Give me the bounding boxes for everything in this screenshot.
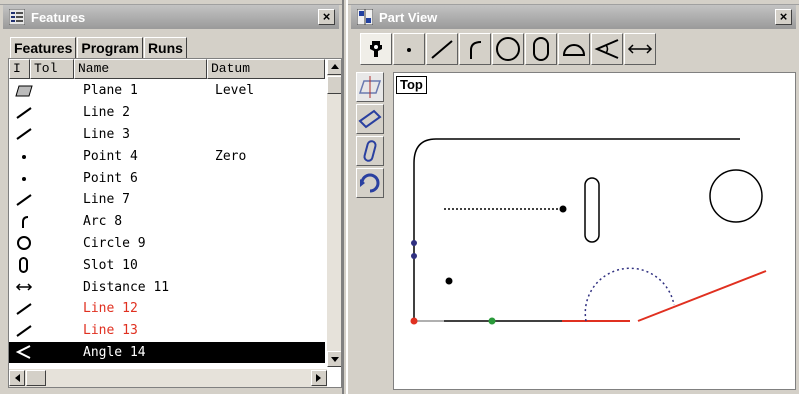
scroll-right-button[interactable] [311, 370, 327, 386]
slot-10 [584, 177, 600, 243]
scroll-down-button[interactable] [327, 351, 341, 367]
view-tools [356, 72, 384, 200]
scroll-thumb[interactable] [327, 76, 341, 94]
circle-9 [709, 169, 763, 223]
plane-icon [9, 80, 39, 101]
table-row[interactable]: Line 7 [9, 189, 325, 211]
table-row[interactable]: Line 3 [9, 124, 325, 146]
tab-program[interactable]: Program [77, 37, 143, 59]
part-view-canvas[interactable]: Top [393, 72, 796, 390]
column-header-name[interactable]: Name [74, 59, 207, 79]
features-list: I Tol Name Datum Plane 1 Level Line 2 Li… [8, 58, 342, 388]
rotate-view-icon[interactable] [356, 136, 384, 166]
angle-icon[interactable] [591, 33, 623, 65]
point-blue-1 [411, 240, 417, 246]
horizontal-scroll-thumb[interactable] [26, 370, 46, 386]
feature-name: Arc 8 [83, 214, 123, 230]
point-icon [9, 146, 39, 167]
part-view-title-bar[interactable]: Part View × [351, 5, 796, 29]
table-row[interactable]: Circle 9 [9, 233, 325, 255]
table-row[interactable]: Plane 1 Level [9, 80, 325, 102]
arc-icon [9, 211, 39, 232]
feature-name: Point 6 [83, 170, 138, 186]
slot-icon [9, 255, 39, 276]
feature-name: Point 4 [83, 148, 138, 164]
features-window: Features × Features Program Runs I Tol N… [0, 0, 344, 394]
feature-name: Line 2 [83, 105, 130, 121]
refresh-view-icon[interactable] [356, 168, 384, 198]
list-header: I Tol Name Datum [9, 59, 325, 79]
line-icon [9, 124, 39, 145]
point-red [410, 317, 418, 325]
part-drawing [410, 138, 767, 325]
circle-icon [9, 233, 39, 254]
features-close-button[interactable]: × [318, 9, 335, 25]
scroll-up-button[interactable] [327, 59, 341, 75]
table-row[interactable]: Line 2 [9, 102, 325, 124]
line-2-arc-8 [413, 138, 740, 193]
feature-name: Line 3 [83, 126, 130, 142]
circle-icon[interactable] [492, 33, 524, 65]
angle-icon [9, 342, 39, 363]
table-row[interactable]: Distance 11 [9, 276, 325, 298]
part-view-close-button[interactable]: × [775, 9, 792, 25]
feature-name: Plane 1 [83, 83, 138, 99]
distance-icon [9, 277, 39, 298]
features-tabs: Features Program Runs [10, 37, 188, 59]
table-row[interactable]: Point 4 Zero [9, 145, 325, 167]
table-row[interactable]: Arc 8 [9, 211, 325, 233]
distance-icon[interactable] [624, 33, 656, 65]
slot-icon[interactable] [525, 33, 557, 65]
line-icon [9, 102, 39, 123]
feature-rows: Plane 1 Level Line 2 Line 3 Point 4 Zero… [9, 80, 325, 364]
line-icon[interactable] [426, 33, 458, 65]
feature-name: Line 13 [83, 323, 138, 339]
point-icon [9, 168, 39, 189]
table-row[interactable]: Line 12 [9, 298, 325, 320]
plane-view-icon[interactable] [356, 72, 384, 102]
horizontal-scrollbar[interactable] [9, 369, 327, 387]
feature-name: Circle 9 [83, 235, 146, 251]
table-row-selected[interactable]: Angle 14 [9, 341, 325, 364]
rectangle-view-icon[interactable] [356, 104, 384, 134]
features-title: Features [31, 9, 86, 25]
feature-name: Line 12 [83, 301, 138, 317]
feature-name: Angle 14 [83, 344, 146, 360]
part-view-title: Part View [379, 9, 438, 25]
feature-datum: Level [215, 83, 255, 99]
point-4 [559, 205, 567, 213]
line-icon [9, 298, 39, 319]
column-header-tol[interactable]: Tol [30, 59, 74, 79]
feature-name: Line 7 [83, 192, 130, 208]
vertical-scrollbar[interactable] [327, 59, 341, 367]
features-list-icon [8, 8, 26, 26]
tab-runs[interactable]: Runs [143, 37, 187, 59]
point-icon[interactable] [393, 33, 425, 65]
point-6 [445, 277, 453, 285]
point-green [488, 317, 496, 325]
tab-features[interactable]: Features [10, 37, 77, 59]
part-view-window: Part View × Top [346, 0, 799, 394]
feature-toolbar [360, 33, 657, 65]
features-title-bar[interactable]: Features × [3, 5, 339, 29]
semicircle-icon[interactable] [558, 33, 590, 65]
column-header-datum[interactable]: Datum [207, 59, 325, 79]
table-row[interactable]: Slot 10 [9, 254, 325, 276]
point-blue-2 [411, 253, 417, 259]
line-icon [9, 189, 39, 210]
probe-icon[interactable] [360, 33, 392, 65]
table-row[interactable]: Line 13 [9, 320, 325, 342]
scroll-left-button[interactable] [9, 370, 25, 386]
part-view-icon [356, 8, 374, 26]
feature-name: Distance 11 [83, 279, 170, 295]
arc-icon[interactable] [459, 33, 491, 65]
feature-name: Slot 10 [83, 257, 138, 273]
line-icon [9, 320, 39, 341]
line-13 [637, 270, 767, 322]
feature-datum: Zero [215, 148, 247, 164]
column-header-i[interactable]: I [9, 59, 30, 79]
table-row[interactable]: Point 6 [9, 167, 325, 189]
